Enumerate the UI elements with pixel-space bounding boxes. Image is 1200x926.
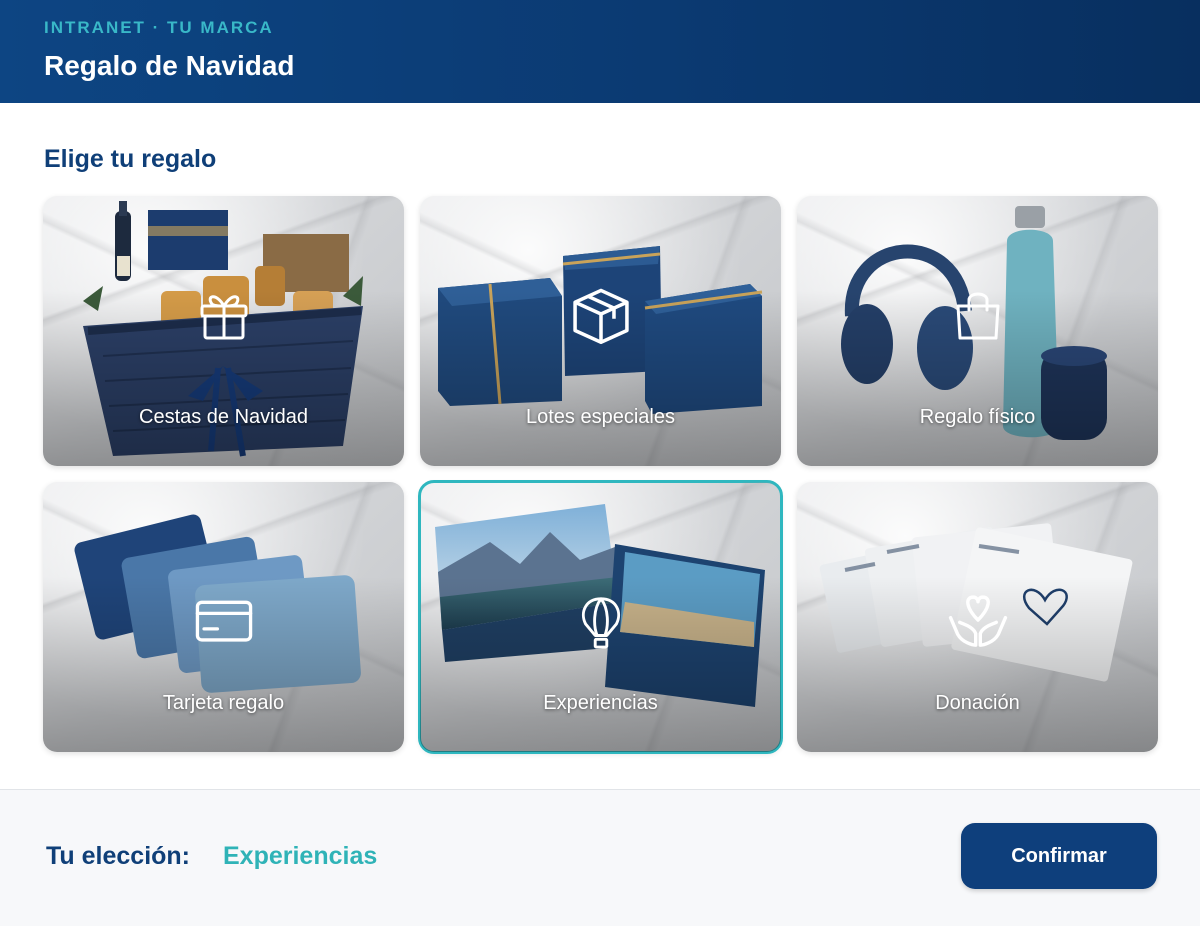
- page-title: Regalo de Navidad: [44, 50, 295, 81]
- app-header: INTRANET · TU MARCA Regalo de Navidad: [0, 0, 1200, 103]
- shopping-bag-icon: [956, 292, 999, 340]
- choice-label: Tu elección:: [46, 842, 191, 870]
- gift-option-donacion[interactable]: Donación: [797, 482, 1158, 752]
- gift-option-regalo-fisico[interactable]: Regalo físico: [797, 196, 1158, 466]
- gift-option-lotes-especiales[interactable]: Lotes especiales: [420, 196, 781, 466]
- confirm-button[interactable]: Confirmar: [961, 823, 1157, 889]
- gift-option-label: Experiencias: [543, 692, 658, 714]
- gift-option-label: Tarjeta regalo: [162, 692, 285, 714]
- gift-option-label: Regalo físico: [919, 406, 1036, 428]
- credit-card-icon: [195, 600, 252, 642]
- intranet-brand-label: INTRANET · TU MARCA: [44, 18, 274, 37]
- gift-option-label: Lotes especiales: [526, 406, 675, 428]
- gift-option-label: Cestas de Navidad: [139, 406, 308, 428]
- gift-icon: [200, 295, 247, 340]
- gift-option-cestas-de-navidad[interactable]: Cestas de Navidad: [43, 196, 404, 466]
- heart-hands-icon: [948, 595, 1007, 647]
- gift-option-tarjeta-regalo[interactable]: Tarjeta regalo: [43, 482, 404, 752]
- choice-value: Experiencias: [223, 842, 378, 870]
- box-icon: [572, 288, 629, 345]
- selection-footer: Tu elección: Experiencias Confirmar: [0, 789, 1200, 926]
- gift-option-label: Donación: [935, 692, 1020, 714]
- section-title: Elige tu regalo: [44, 145, 217, 173]
- main-content: Elige tu regalo Cestas de Navidad Lotes …: [0, 103, 1200, 789]
- gift-option-experiencias[interactable]: Experiencias: [418, 480, 783, 754]
- hot-air-balloon-icon: [581, 597, 620, 649]
- gift-options-grid: Cestas de Navidad Lotes especiales Regal…: [43, 196, 1158, 754]
